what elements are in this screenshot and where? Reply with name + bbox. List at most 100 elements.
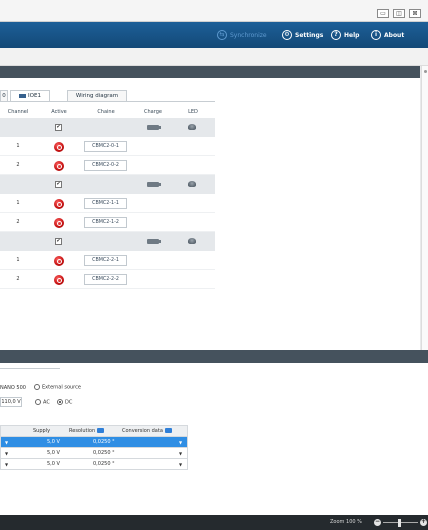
settings-label: Settings	[295, 31, 324, 39]
gear-icon: ⚙	[282, 30, 292, 40]
channel-number: 2	[16, 276, 20, 282]
resolution-value: 0,0250 °	[93, 461, 115, 467]
record-button[interactable]	[54, 142, 64, 152]
help-label: Help	[344, 31, 360, 39]
settings-button[interactable]: ⚙ Settings	[282, 29, 323, 41]
about-button[interactable]: i About	[371, 29, 404, 41]
conversion-label: Conversion data	[122, 428, 163, 434]
channel-number: 2	[16, 219, 20, 225]
ac-radio[interactable]	[35, 399, 41, 405]
channel-number: 1	[16, 143, 20, 149]
supply-value: 5,0 V	[47, 439, 60, 445]
zoom-slider-handle[interactable]	[398, 519, 401, 527]
zoom-value: 100 %	[346, 519, 362, 525]
channel-row[interactable]: 2 CBMC2-1-2	[0, 213, 215, 232]
synchronize-button[interactable]: ⇆ Synchronize	[217, 29, 267, 41]
sync-icon: ⇆	[217, 30, 227, 40]
ac-option[interactable]: AC	[35, 399, 50, 406]
minimize-button[interactable]: ▭	[377, 9, 389, 18]
zoom-in-button[interactable]: +	[420, 519, 427, 526]
channel-row[interactable]: 2 CBMC2-0-2	[0, 156, 215, 175]
column-header-chaine: Chaine	[97, 109, 115, 115]
channel-row[interactable]: 1 CBMC2-1-1	[0, 194, 215, 213]
ac-label: AC	[43, 399, 50, 406]
external-source-option[interactable]: External source	[34, 384, 81, 391]
dc-radio[interactable]	[57, 399, 63, 405]
synchronize-label: Synchronize	[230, 31, 267, 39]
info-icon: i	[371, 30, 381, 40]
close-button[interactable]: ⊠	[409, 9, 421, 18]
column-header-channel: Channel	[7, 109, 29, 115]
zoom-label: Zoom	[330, 519, 345, 525]
tab-ioe1-label: IOE1	[28, 93, 41, 99]
record-button[interactable]	[54, 256, 64, 266]
record-button[interactable]	[54, 218, 64, 228]
active-checkbox[interactable]: ✔	[55, 181, 62, 188]
chain-tag-input[interactable]: CBMC2-2-1	[84, 255, 127, 266]
toolbar-strip	[0, 48, 428, 66]
info-icon[interactable]	[97, 428, 105, 433]
record-button[interactable]	[54, 161, 64, 171]
section-header-channels	[0, 66, 420, 78]
supply-value: 5,0 V	[47, 450, 60, 456]
config-row[interactable]: ▼ 5,0 V 0,0250 ° ▼	[0, 459, 188, 470]
chain-tag-input[interactable]: CBMC2-0-1	[84, 141, 127, 152]
type-dropdown-icon[interactable]: ▼	[5, 459, 8, 470]
zoom-out-button[interactable]: −	[374, 519, 381, 526]
channel-group-row[interactable]: ✔	[0, 175, 215, 194]
battery-icon	[147, 125, 161, 130]
dc-label: DC	[65, 399, 73, 406]
help-button[interactable]: ? Help	[331, 29, 359, 41]
channel-number: 1	[16, 200, 20, 206]
conversion-dropdown-icon[interactable]: ▼	[179, 437, 182, 448]
info-icon[interactable]	[164, 428, 172, 433]
type-dropdown-icon[interactable]: ▼	[5, 437, 8, 448]
channel-number: 1	[16, 257, 20, 263]
status-bar: Zoom 100 % − +	[0, 515, 428, 530]
source-divider	[0, 368, 60, 369]
channel-group-row[interactable]: ✔	[0, 118, 215, 137]
active-checkbox[interactable]: ✔	[55, 124, 62, 131]
config-table-header: Supply Resolution Conversion data	[0, 425, 188, 437]
resolution-value: 0,0250 °	[93, 439, 115, 445]
channel-row[interactable]: 2 CBMC2-2-2	[0, 270, 215, 289]
channel-number: 2	[16, 162, 20, 168]
external-source-radio[interactable]	[34, 384, 40, 390]
module-icon	[19, 93, 27, 98]
vertical-scrollbar[interactable]	[421, 66, 428, 366]
channel-row[interactable]: 1 CBMC2-0-1	[0, 137, 215, 156]
window-titlebar: ▭ ◫ ⊠	[0, 0, 428, 22]
source-nano-option[interactable]: NANO 500	[0, 385, 26, 391]
tab-divider	[0, 101, 215, 102]
record-button[interactable]	[54, 199, 64, 209]
column-header-active: Active	[51, 109, 67, 115]
chain-tag-input[interactable]: CBMC2-1-2	[84, 217, 127, 228]
conversion-dropdown-icon[interactable]: ▼	[179, 459, 182, 470]
battery-icon	[147, 239, 161, 244]
chain-tag-input[interactable]: CBMC2-0-2	[84, 160, 127, 171]
type-dropdown-icon[interactable]: ▼	[5, 448, 8, 459]
led-icon	[188, 238, 196, 244]
supply-value: 5,0 V	[47, 461, 60, 467]
active-checkbox[interactable]: ✔	[55, 238, 62, 245]
battery-icon	[147, 182, 161, 187]
dc-option[interactable]: DC	[57, 399, 72, 406]
column-header-conversion: Conversion data	[122, 426, 172, 437]
config-row[interactable]: ▼ 5,0 V 0,0250 ° ▼	[0, 437, 188, 448]
section-header-source	[0, 350, 428, 363]
channel-row[interactable]: 1 CBMC2-2-1	[0, 251, 215, 270]
column-header-supply: Supply	[33, 428, 51, 434]
scroll-indicator	[424, 70, 427, 73]
maximize-button[interactable]: ◫	[393, 9, 405, 18]
voltage-input[interactable]: 110,0 V	[0, 397, 22, 407]
channel-group-row[interactable]: ✔	[0, 232, 215, 251]
config-row[interactable]: ▼ 5,0 V 0,0250 ° ▼	[0, 448, 188, 459]
record-button[interactable]	[54, 275, 64, 285]
conversion-dropdown-icon[interactable]: ▼	[179, 448, 182, 459]
about-label: About	[384, 31, 405, 39]
chain-tag-input[interactable]: CBMC2-1-1	[84, 198, 127, 209]
resolution-label: Resolution	[69, 428, 96, 434]
zoom-readout: Zoom 100 %	[330, 519, 362, 525]
chain-tag-input[interactable]: CBMC2-2-2	[84, 274, 127, 285]
column-header-resolution: Resolution	[69, 426, 105, 437]
